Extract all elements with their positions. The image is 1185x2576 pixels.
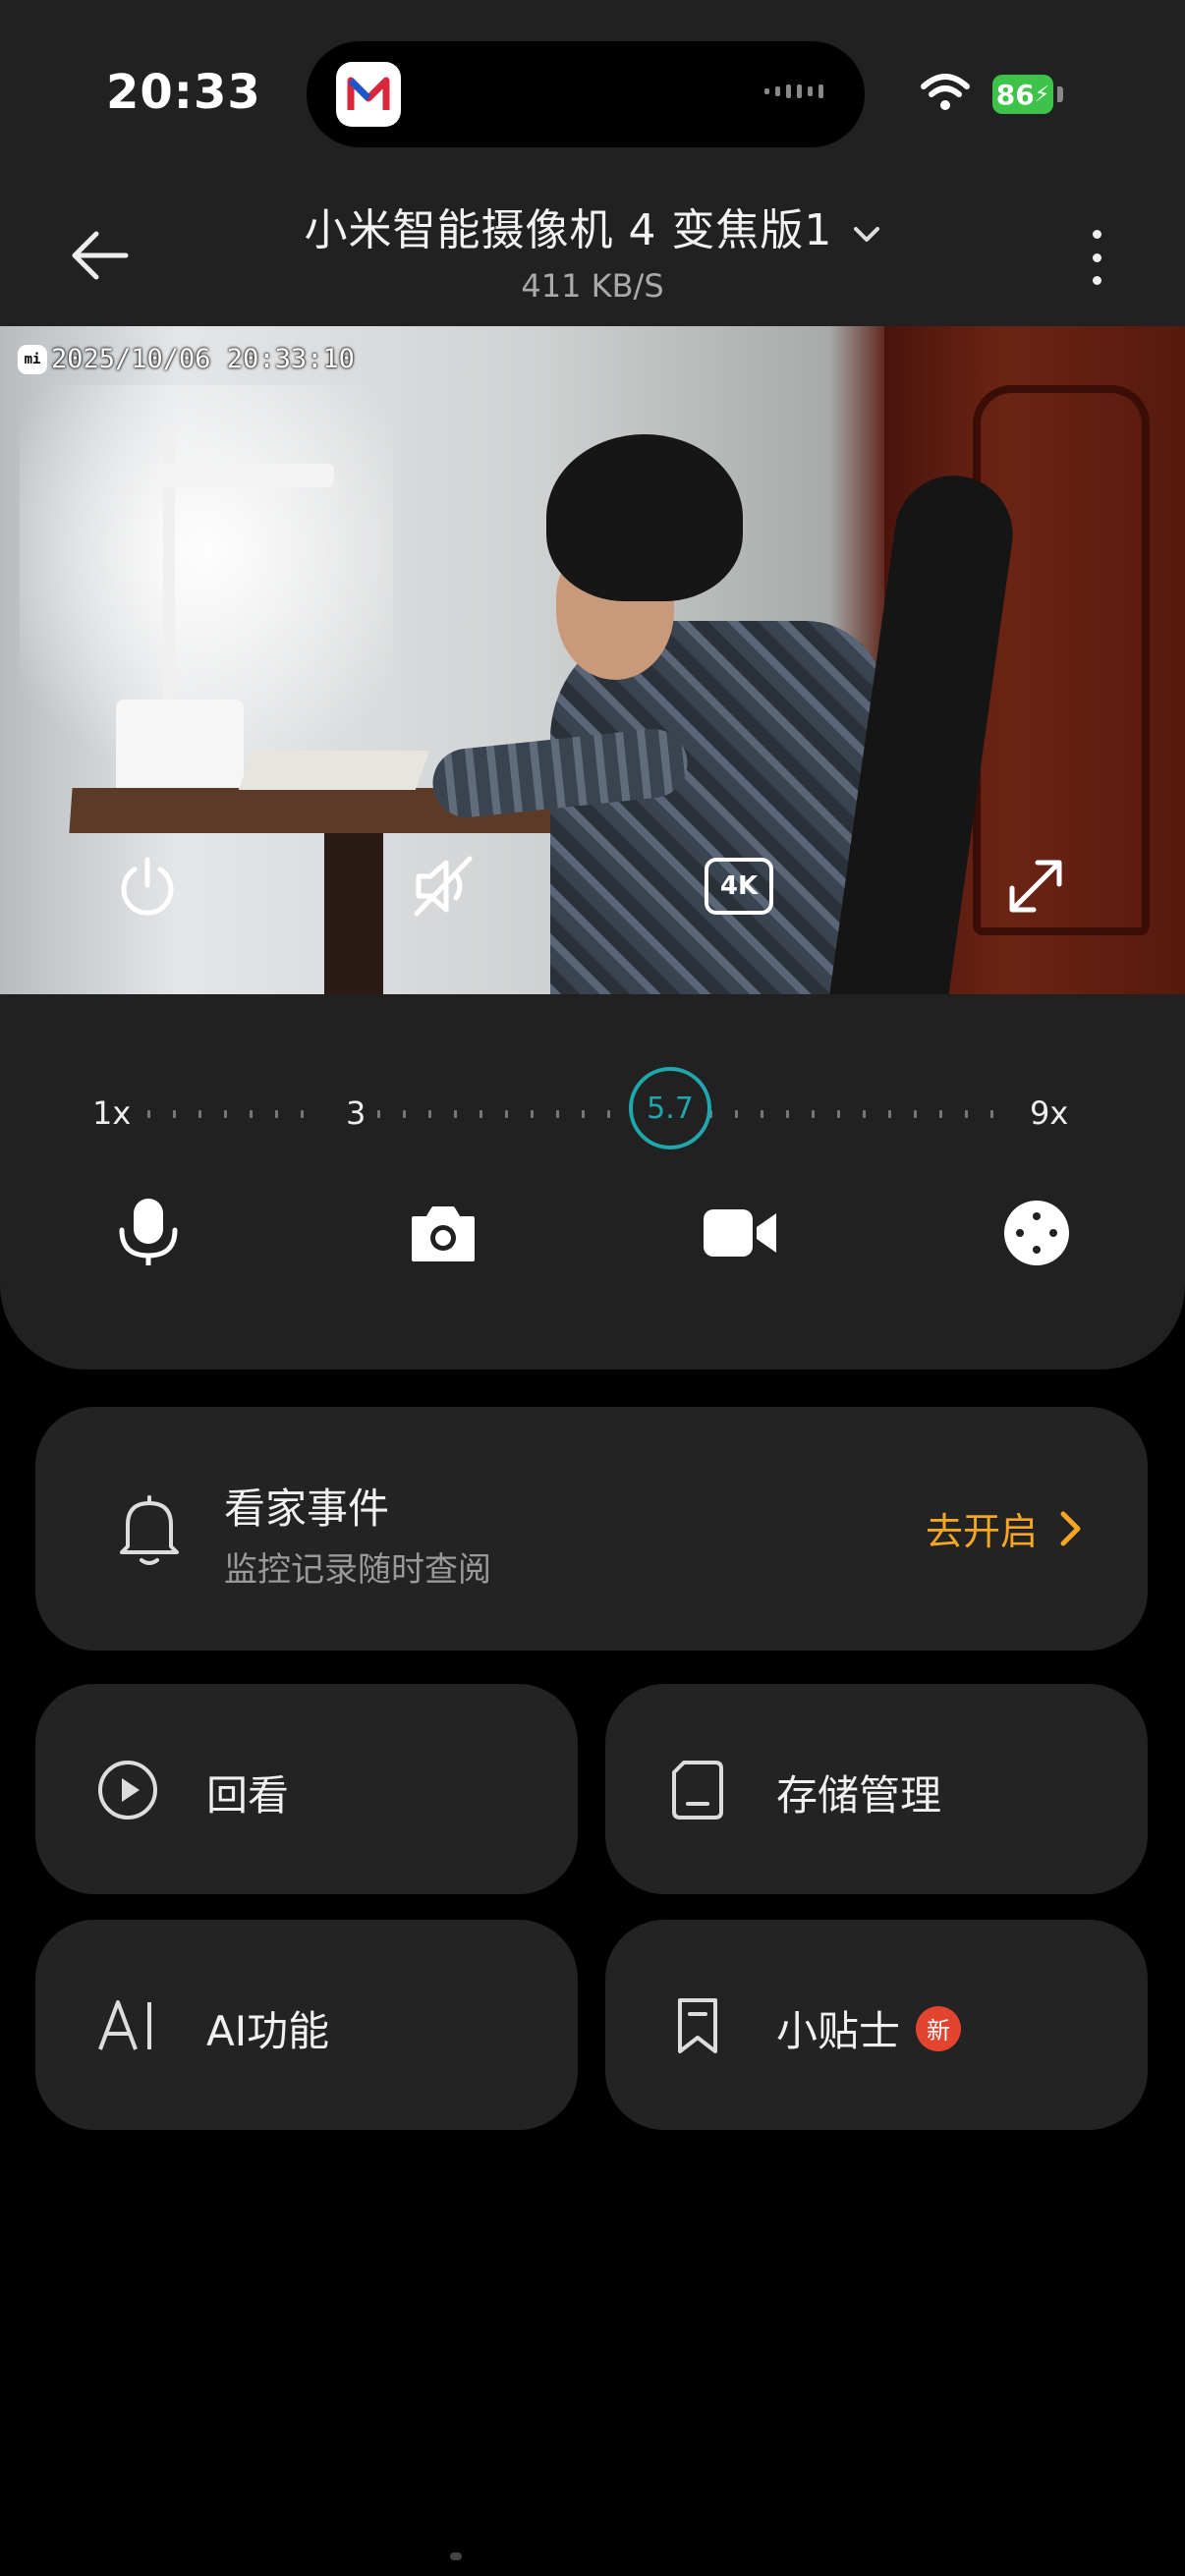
app-icon	[336, 62, 401, 127]
zoom-tick	[582, 1110, 585, 1118]
record-button[interactable]	[696, 1189, 784, 1277]
video-timestamp-overlay: mi 2025/10/06 20:33:10	[18, 344, 355, 374]
resolution-label: 4K	[719, 871, 759, 901]
storage-icon	[666, 1759, 729, 1821]
storage-label: 存储管理	[776, 1771, 942, 1820]
zoom-tick	[275, 1110, 278, 1118]
battery-indicator: 86 ⚡	[992, 75, 1053, 114]
camera-live-view[interactable]: mi 2025/10/06 20:33:10 4K	[0, 326, 1185, 994]
zoom-tick	[812, 1110, 815, 1118]
zoom-tick	[428, 1110, 431, 1118]
lamp-head	[157, 464, 334, 487]
microphone-icon	[119, 1199, 178, 1265]
zoom-tick	[301, 1110, 304, 1118]
zoom-tick	[505, 1110, 508, 1118]
bell-icon	[114, 1491, 185, 1572]
zoom-tick	[147, 1110, 150, 1118]
zoom-tick	[863, 1110, 866, 1118]
play-circle-icon	[96, 1759, 159, 1821]
charging-icon: ⚡	[1034, 82, 1050, 107]
zoom-knob[interactable]: 5.7	[629, 1067, 711, 1149]
dynamic-island[interactable]	[307, 41, 865, 147]
status-bar: 20:33 86 ⚡	[0, 0, 1185, 187]
zoom-track[interactable]	[147, 1110, 1012, 1118]
camera-action-row	[0, 1189, 1185, 1297]
battery-level: 86	[995, 78, 1035, 111]
tips-tile[interactable]: 小贴士 新	[605, 1920, 1148, 2130]
home-events-card[interactable]: 看家事件 监控记录随时查阅 去开启	[35, 1407, 1148, 1651]
mute-button[interactable]	[405, 847, 483, 925]
zoom-tick	[735, 1110, 738, 1118]
zoom-tick	[837, 1110, 840, 1118]
power-button[interactable]	[108, 847, 187, 925]
pan-tilt-button[interactable]	[992, 1189, 1081, 1277]
zoom-tick	[786, 1110, 789, 1118]
new-badge: 新	[916, 2005, 962, 2051]
speaker-muted-icon	[414, 856, 473, 917]
enable-events-label: 去开启	[925, 1510, 1038, 1553]
zoom-value: 5.7	[647, 1091, 694, 1126]
more-options-button[interactable]	[1079, 224, 1114, 291]
zoom-tick	[531, 1110, 534, 1118]
zoom-max-label: 9x	[1030, 1094, 1069, 1132]
person-hair	[546, 434, 743, 601]
storage-tile[interactable]: 存储管理	[605, 1684, 1148, 1894]
app-header: 小米智能摄像机 4 变焦版1 411 KB/S	[0, 187, 1185, 326]
zoom-tick	[990, 1110, 993, 1118]
chevron-right-icon	[1060, 1511, 1081, 1545]
expand-icon	[1009, 860, 1062, 913]
mi-logo-icon: mi	[18, 344, 47, 374]
zoom-tick	[173, 1110, 176, 1118]
playback-label: 回看	[206, 1771, 290, 1820]
fullscreen-button[interactable]	[996, 847, 1075, 925]
bitrate-label: 411 KB/S	[521, 267, 664, 305]
activity-bars-icon	[764, 84, 823, 98]
events-subtitle: 监控记录随时查阅	[224, 1550, 491, 1590]
playback-tile[interactable]: 回看	[35, 1684, 578, 1894]
zoom-tick	[965, 1110, 968, 1118]
zoom-tick	[556, 1110, 559, 1118]
zoom-tick	[198, 1110, 201, 1118]
events-title: 看家事件	[224, 1484, 390, 1533]
status-time: 20:33	[106, 65, 261, 120]
device-title: 小米智能摄像机 4 变焦版1	[304, 205, 833, 255]
zoom-tick	[377, 1110, 380, 1118]
zoom-tick	[250, 1110, 253, 1118]
zoom-tick	[914, 1110, 917, 1118]
video-controls: 4K	[0, 847, 1185, 945]
zoom-tick	[761, 1110, 763, 1118]
power-icon	[121, 857, 174, 916]
chevron-down-icon	[852, 225, 881, 249]
video-camera-icon	[704, 1209, 776, 1257]
snapshot-button[interactable]	[399, 1189, 487, 1277]
resolution-button[interactable]: 4K	[700, 847, 778, 925]
enable-events-link[interactable]: 去开启	[926, 1501, 1083, 1555]
device-selector[interactable]: 小米智能摄像机 4 变焦版1	[0, 195, 1185, 257]
zoom-tick	[454, 1110, 457, 1118]
zoom-tick	[607, 1110, 610, 1118]
ai-features-tile[interactable]: AI功能	[35, 1920, 578, 2130]
battery-tip	[1057, 86, 1063, 102]
zoom-tick	[939, 1110, 942, 1118]
talk-button[interactable]	[104, 1189, 193, 1277]
zoom-tick	[888, 1110, 891, 1118]
wifi-icon	[920, 73, 971, 116]
video-timestamp: 2025/10/06 20:33:10	[51, 344, 355, 374]
ai-features-label: AI功能	[206, 2007, 330, 2055]
zoom-tick	[403, 1110, 406, 1118]
zoom-tick	[224, 1110, 227, 1118]
bookmark-icon	[666, 1994, 729, 2057]
zoom-tick	[480, 1110, 482, 1118]
home-indicator	[450, 2552, 462, 2560]
tips-label: 小贴士 新	[776, 1998, 962, 2058]
zoom-min-label: 1x	[92, 1094, 132, 1132]
ai-icon	[96, 1994, 159, 2057]
zoom-slider[interactable]: 1x 3 9x 5.7	[0, 1063, 1185, 1161]
book	[238, 751, 430, 790]
direction-pad-icon	[1004, 1201, 1069, 1265]
camera-icon	[412, 1206, 475, 1261]
